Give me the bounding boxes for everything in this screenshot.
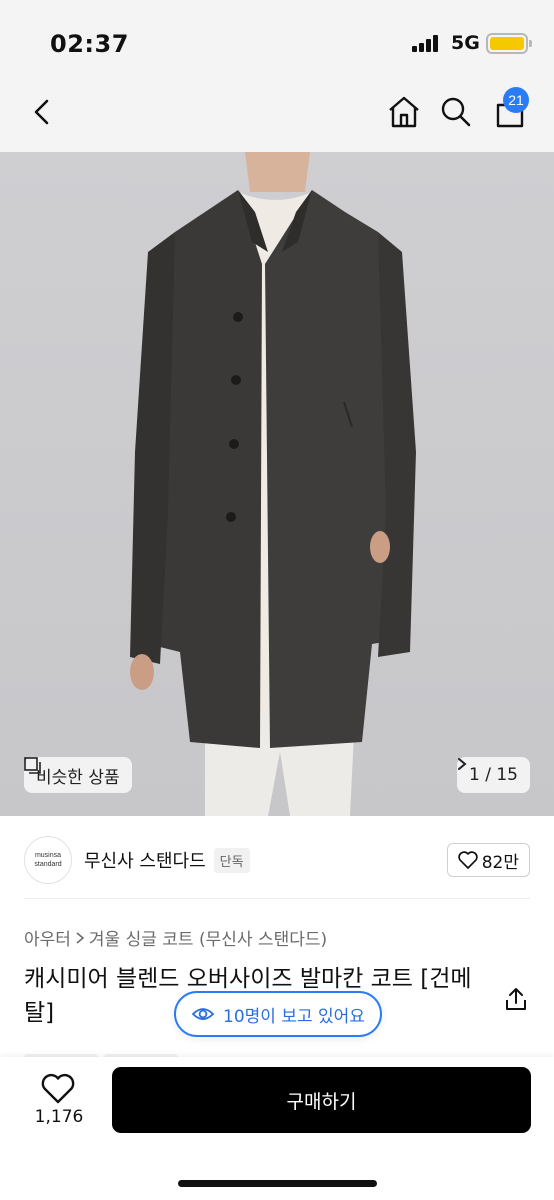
chevron-right-icon: [76, 931, 85, 944]
like-button[interactable]: [40, 1073, 76, 1105]
exclusive-badge: 단독: [213, 847, 250, 873]
home-indicator: [178, 1180, 377, 1187]
cart-count-badge: 21: [503, 87, 529, 113]
breadcrumb-subcategory[interactable]: 겨울 싱글 코트 (무신사 스탠다드): [89, 925, 327, 950]
image-pager-label: 1 / 15: [469, 765, 518, 785]
image-pager-button[interactable]: 1 / 15: [457, 757, 530, 793]
product-photo: [130, 152, 416, 816]
status-time: 02:37: [50, 30, 129, 58]
network-type: 5G: [451, 32, 480, 54]
breadcrumb: 아우터 겨울 싱글 코트 (무신사 스탠다드): [24, 925, 327, 950]
brand-like-count: 82만: [481, 852, 519, 873]
signal-icon: [412, 34, 442, 52]
chevron-left-icon: [34, 99, 49, 125]
chevron-right-icon: [458, 758, 467, 770]
brand-like-button[interactable]: 82만: [446, 843, 530, 877]
similar-products-label: 비슷한 상품: [36, 767, 120, 788]
brand-logo[interactable]: musinsa standard: [24, 836, 72, 884]
divider: [24, 898, 530, 899]
product-image-carousel[interactable]: 비슷한 상품 1 / 15: [0, 152, 554, 816]
tag-placeholder: [24, 1045, 194, 1060]
top-nav: 21: [0, 87, 554, 152]
home-icon: [389, 96, 419, 128]
brand-name[interactable]: 무신사 스탠다드: [84, 847, 206, 873]
heart-icon: [457, 851, 478, 869]
viewers-indicator: 10명이 보고 있어요: [174, 991, 382, 1037]
viewers-label: 10명이 보고 있어요: [223, 1006, 365, 1027]
search-button[interactable]: [436, 90, 476, 134]
similar-items-icon: [24, 757, 41, 774]
status-bar: 02:37 5G: [0, 0, 554, 90]
back-button[interactable]: [24, 90, 60, 134]
heart-icon: [41, 1073, 75, 1104]
similar-products-button[interactable]: 비슷한 상품: [24, 757, 132, 793]
brand-row: musinsa standard 무신사 스탠다드 단독 82만: [24, 830, 530, 890]
home-button[interactable]: [384, 90, 424, 134]
breadcrumb-category[interactable]: 아우터: [24, 925, 71, 950]
bottom-action-bar: 1,176 구매하기: [0, 1057, 554, 1200]
eye-icon: [191, 1008, 215, 1020]
share-icon: [506, 988, 526, 1010]
battery-icon: [486, 33, 532, 54]
like-count: 1,176: [34, 1107, 84, 1127]
buy-button[interactable]: 구매하기: [112, 1067, 531, 1133]
search-icon: [441, 97, 471, 127]
share-button[interactable]: [502, 985, 530, 1013]
